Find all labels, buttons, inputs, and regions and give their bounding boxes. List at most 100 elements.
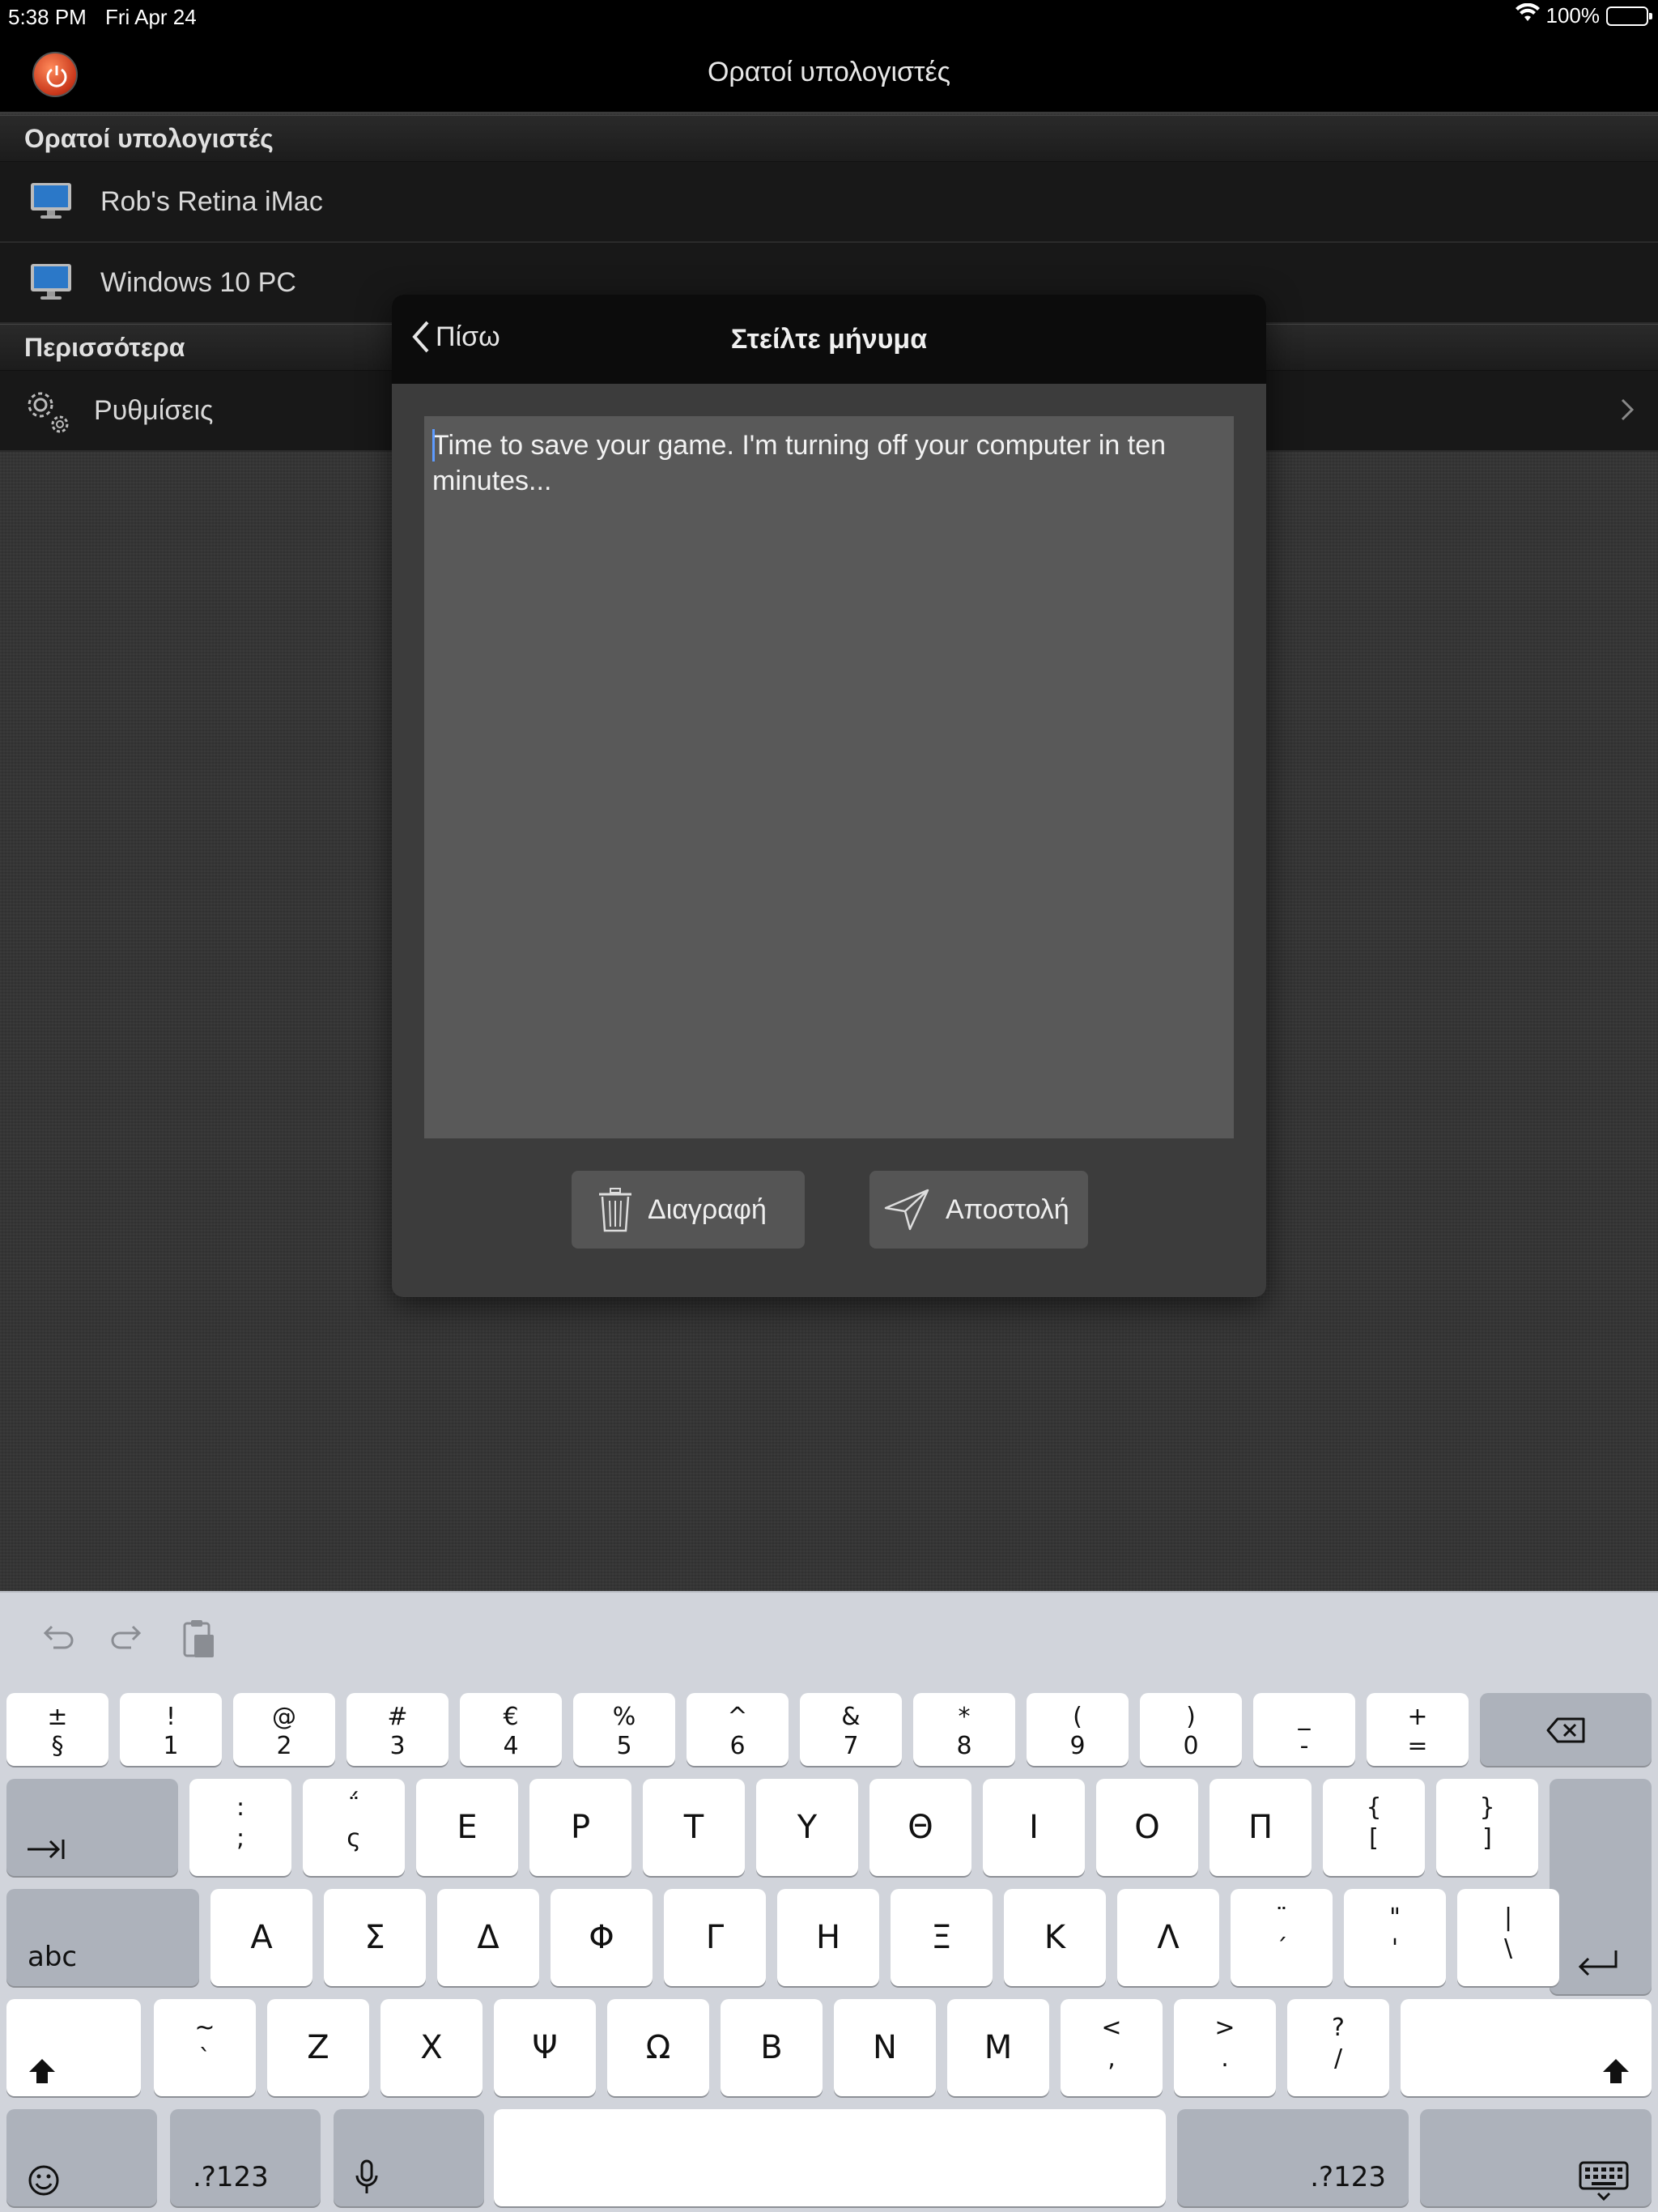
- key[interactable]: Ζ: [267, 1999, 369, 2096]
- key[interactable]: (9: [1027, 1693, 1129, 1766]
- key[interactable]: Μ: [947, 1999, 1049, 2096]
- send-button[interactable]: Αποστολή: [869, 1171, 1088, 1249]
- dismiss-keyboard-key[interactable]: [1420, 2109, 1652, 2206]
- key[interactable]: Η: [777, 1889, 879, 1986]
- key[interactable]: Δ: [437, 1889, 539, 1986]
- key[interactable]: Φ: [551, 1889, 653, 1986]
- key-shift-label: ±: [47, 1703, 68, 1731]
- key-label: Κ: [1044, 1919, 1066, 1956]
- key-label: ;: [236, 1824, 245, 1853]
- battery-icon: [1606, 6, 1652, 26]
- numbers-key-right[interactable]: .?123: [1177, 2109, 1409, 2206]
- key[interactable]: Α: [210, 1889, 312, 1986]
- key-label: [: [1369, 1824, 1379, 1853]
- modal-title: Στείλτε μήνυμα: [730, 324, 928, 355]
- key[interactable]: ? /: [1287, 1999, 1389, 2096]
- key[interactable]: Ο: [1096, 1779, 1198, 1876]
- key[interactable]: Ν: [834, 1999, 936, 2096]
- key-shift-label: |: [1503, 1904, 1513, 1932]
- key-shift-label: ): [1186, 1703, 1196, 1731]
- nav-bar: Ορατοί υπολογιστές: [0, 32, 1658, 113]
- backspace-icon: [1546, 1717, 1585, 1743]
- emoji-key[interactable]: [6, 2109, 157, 2206]
- key[interactable]: €4: [460, 1693, 562, 1766]
- key[interactable]: ) 0: [1140, 1693, 1242, 1766]
- key[interactable]: Ξ: [891, 1889, 993, 1986]
- key[interactable]: Κ: [1004, 1889, 1106, 1986]
- delete-key[interactable]: [1480, 1693, 1652, 1766]
- key-label: Ι: [1029, 1809, 1039, 1846]
- key[interactable]: #3: [346, 1693, 449, 1766]
- key[interactable]: ± §: [6, 1693, 108, 1766]
- key-label: 5: [616, 1732, 632, 1760]
- key-label: 8: [956, 1732, 972, 1760]
- key-label: Φ: [589, 1919, 614, 1956]
- key[interactable]: Υ: [756, 1779, 858, 1876]
- key-label: Η: [815, 1919, 841, 1956]
- key[interactable]: Χ: [380, 1999, 483, 2096]
- chevron-right-icon: [1621, 398, 1635, 421]
- list-item-computer[interactable]: Rob's Retina iMac: [0, 162, 1658, 243]
- key[interactable]: _ -: [1253, 1693, 1355, 1766]
- return-key[interactable]: [1550, 1779, 1652, 1994]
- key-label: Α: [250, 1919, 273, 1956]
- key-label: Ε: [457, 1809, 478, 1846]
- return-icon: [1578, 1950, 1618, 1976]
- key-shift-label: :: [236, 1793, 245, 1822]
- trash-icon: [599, 1188, 631, 1232]
- paste-icon[interactable]: [181, 1617, 217, 1661]
- key-label: 4: [503, 1732, 519, 1760]
- key-label: 1: [163, 1732, 179, 1760]
- key[interactable]: Τ: [643, 1779, 745, 1876]
- redo-icon[interactable]: [110, 1622, 146, 1657]
- shift-key-left[interactable]: [6, 1999, 141, 2096]
- key[interactable]: <,: [1061, 1999, 1163, 2096]
- key[interactable]: }]: [1436, 1779, 1538, 1876]
- key-label: Υ: [797, 1809, 818, 1846]
- key[interactable]: " ': [1344, 1889, 1446, 1986]
- key[interactable]: >.: [1174, 1999, 1276, 2096]
- key[interactable]: * 8: [913, 1693, 1015, 1766]
- tab-key[interactable]: [6, 1779, 178, 1876]
- key[interactable]: Σ: [324, 1889, 426, 1986]
- undo-icon[interactable]: [39, 1622, 74, 1657]
- message-input[interactable]: Time to save your game. I'm turning off …: [424, 416, 1234, 1138]
- key[interactable]: Ρ: [529, 1779, 631, 1876]
- key[interactable]: + =: [1367, 1693, 1469, 1766]
- key[interactable]: ^ 6: [687, 1693, 789, 1766]
- key[interactable]: @2: [233, 1693, 335, 1766]
- monitor-icon: [31, 264, 71, 300]
- key[interactable]: ¨ ´: [1231, 1889, 1333, 1986]
- key[interactable]: Ψ: [494, 1999, 596, 2096]
- space-key[interactable]: [494, 2109, 1166, 2206]
- key[interactable]: Θ: [869, 1779, 971, 1876]
- key[interactable]: & 7: [800, 1693, 902, 1766]
- key[interactable]: ~ `: [154, 1999, 256, 2096]
- key-label: \: [1503, 1934, 1513, 1963]
- key[interactable]: % 5: [573, 1693, 675, 1766]
- key[interactable]: {[: [1323, 1779, 1425, 1876]
- delete-button[interactable]: Διαγραφή: [572, 1171, 805, 1249]
- key[interactable]: Ε: [416, 1779, 518, 1876]
- key[interactable]: Ω: [607, 1999, 709, 2096]
- key[interactable]: ! 1: [120, 1693, 222, 1766]
- key[interactable]: :;: [189, 1779, 291, 1876]
- key[interactable]: | \: [1457, 1889, 1559, 1986]
- numbers-label: .?123: [1310, 2161, 1386, 2193]
- key[interactable]: Β: [721, 1999, 823, 2096]
- key[interactable]: ΅ ς: [303, 1779, 405, 1876]
- tab-icon: [28, 1840, 65, 1859]
- key[interactable]: Ι: [983, 1779, 1085, 1876]
- key[interactable]: Π: [1209, 1779, 1312, 1876]
- shift-key-right[interactable]: [1401, 1999, 1652, 2096]
- key-shift-label: %: [612, 1703, 636, 1731]
- status-time: 5:38 PM: [8, 5, 87, 29]
- key-label: Δ: [477, 1919, 500, 1956]
- key[interactable]: Γ: [664, 1889, 766, 1986]
- key-label: Ο: [1134, 1809, 1160, 1846]
- abc-key[interactable]: abc: [6, 1889, 199, 1986]
- key[interactable]: Λ: [1117, 1889, 1219, 1986]
- numbers-key-left[interactable]: .?123: [170, 2109, 321, 2206]
- key-shift-label: {: [1366, 1793, 1382, 1822]
- dictation-key[interactable]: [334, 2109, 484, 2206]
